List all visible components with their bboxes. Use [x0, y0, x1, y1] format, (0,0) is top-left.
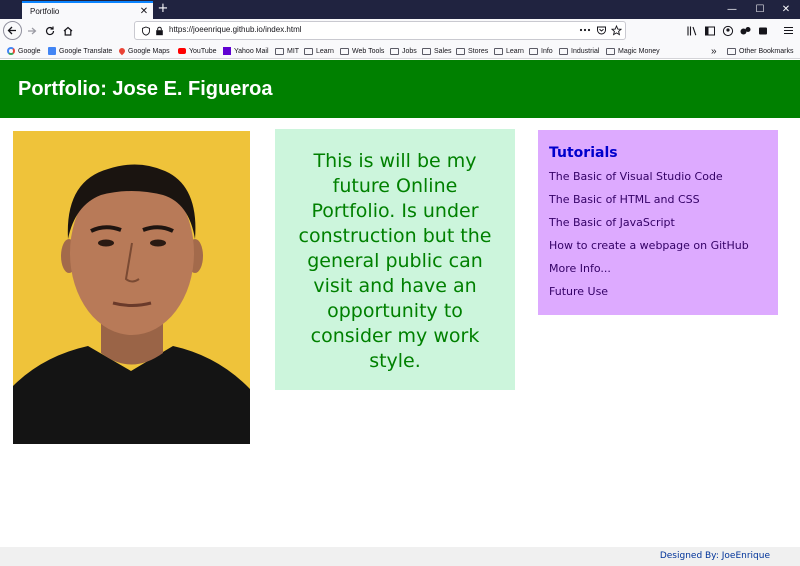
bookmark-folder-learn-2[interactable]: Learn	[494, 45, 524, 57]
folder-icon	[606, 47, 615, 55]
sidebar-icon[interactable]	[704, 25, 716, 37]
folder-icon	[456, 47, 465, 55]
bookmark-label: Stores	[468, 47, 489, 55]
bookmark-google[interactable]: Google	[7, 45, 41, 57]
tutorial-link-html-css[interactable]: The Basic of HTML and CSS	[549, 193, 700, 206]
bookmarks-overflow-chevron-icon[interactable]: »	[711, 45, 717, 57]
folder-icon	[390, 47, 399, 55]
maximize-button[interactable]: ☐	[746, 0, 774, 19]
bookmark-label: YouTube	[189, 47, 217, 55]
new-tab-button[interactable]: +	[156, 2, 170, 16]
library-icon[interactable]	[686, 25, 698, 37]
page-footer: Designed By: JoeEnrique	[0, 547, 800, 566]
profile-photo	[13, 131, 250, 444]
tracking-shield-icon[interactable]	[141, 26, 151, 36]
folder-icon	[340, 47, 349, 55]
footer-credit: Designed By: JoeEnrique	[659, 551, 770, 561]
bookmark-label: Jobs	[402, 47, 417, 55]
bookmark-google-maps[interactable]: Google Maps	[117, 45, 170, 57]
other-bookmarks-label: Other Bookmarks	[739, 47, 794, 55]
other-bookmarks-folder[interactable]: Other Bookmarks	[727, 45, 793, 57]
google-icon	[7, 47, 15, 55]
folder-icon	[559, 47, 568, 55]
url-text[interactable]: https://joeenrique.github.io/index.html	[169, 25, 302, 34]
bookmark-folder-jobs[interactable]: Jobs	[390, 45, 417, 57]
bookmark-label: Yahoo Mail	[234, 47, 269, 55]
bookmark-folder-sales[interactable]: Sales	[422, 45, 452, 57]
back-button[interactable]	[3, 21, 22, 40]
bookmark-google-translate[interactable]: Google Translate	[48, 45, 112, 57]
bookmark-label: Magic Money	[618, 47, 660, 55]
tutorial-link-future-use[interactable]: Future Use	[549, 285, 608, 298]
bookmark-folder-magic-money[interactable]: Magic Money	[606, 45, 660, 57]
folder-icon	[529, 47, 538, 55]
browser-tab[interactable]: Portfolio ✕	[22, 1, 153, 19]
bookmark-label: MIT	[287, 47, 300, 55]
browser-titlebar: Portfolio ✕ + — ☐ ✕	[0, 0, 800, 19]
lock-icon[interactable]	[155, 26, 164, 36]
page-actions-icon[interactable]	[579, 28, 591, 32]
bookmark-folder-mit[interactable]: MIT	[275, 45, 299, 57]
bookmark-folder-info[interactable]: Info	[529, 45, 553, 57]
tab-title: Portfolio	[30, 6, 60, 16]
account-icon[interactable]	[722, 25, 734, 37]
pocket-icon[interactable]	[596, 25, 607, 36]
folder-icon	[275, 47, 284, 55]
tutorial-link-visual-studio-code[interactable]: The Basic of Visual Studio Code	[549, 170, 723, 183]
home-icon	[63, 26, 73, 36]
bookmark-label: Google Translate	[59, 47, 113, 55]
reload-button[interactable]	[42, 23, 58, 39]
maps-pin-icon	[117, 46, 127, 56]
bookmark-label: Learn	[506, 47, 524, 55]
bookmark-label: Sales	[434, 47, 452, 55]
intro-text: This is will be my future Online Portfol…	[298, 150, 492, 372]
bookmark-youtube[interactable]: YouTube	[178, 45, 217, 57]
bookmark-folder-industrial[interactable]: Industrial	[559, 45, 599, 57]
bookmark-folder-web-tools[interactable]: Web Tools	[340, 45, 384, 57]
minimize-button[interactable]: —	[718, 0, 746, 19]
page-header: Portfolio: Jose E. Figueroa	[0, 60, 800, 118]
page-title: Portfolio: Jose E. Figueroa	[18, 78, 273, 100]
bookmarks-toolbar: Google Google Translate Google Maps YouT…	[0, 43, 800, 59]
bookmark-label: Web Tools	[352, 47, 385, 55]
close-window-button[interactable]: ✕	[772, 0, 800, 19]
tab-close-icon[interactable]: ✕	[137, 6, 151, 17]
address-bar[interactable]: https://joeenrique.github.io/index.html	[134, 21, 626, 40]
bookmark-folder-stores[interactable]: Stores	[456, 45, 488, 57]
reload-icon	[45, 26, 55, 36]
intro-panel: This is will be my future Online Portfol…	[275, 129, 515, 390]
bookmark-star-icon[interactable]	[611, 25, 622, 36]
yahoo-icon	[223, 47, 231, 55]
tutorials-panel: Tutorials The Basic of Visual Studio Cod…	[538, 130, 778, 315]
folder-icon	[422, 47, 431, 55]
youtube-icon	[178, 48, 186, 54]
bookmark-label: Google Maps	[128, 47, 170, 55]
back-arrow-icon	[7, 26, 16, 35]
folder-icon	[727, 47, 736, 55]
tutorials-heading: Tutorials	[549, 145, 618, 161]
hamburger-menu-icon[interactable]	[783, 25, 794, 36]
bookmark-label: Google	[18, 47, 41, 55]
folder-icon	[494, 47, 503, 55]
tutorial-link-more-info[interactable]: More Info...	[549, 262, 611, 275]
container-extension-icon[interactable]	[757, 25, 769, 37]
forward-arrow-icon	[28, 27, 37, 35]
tutorial-link-javascript[interactable]: The Basic of JavaScript	[549, 216, 675, 229]
folder-icon	[304, 47, 313, 55]
bookmark-yahoo-mail[interactable]: Yahoo Mail	[223, 45, 269, 57]
translate-icon	[48, 47, 56, 55]
navigation-toolbar: https://joeenrique.github.io/index.html	[0, 19, 800, 43]
bookmark-label: Industrial	[571, 47, 600, 55]
bookmark-folder-learn[interactable]: Learn	[304, 45, 334, 57]
forward-button[interactable]	[24, 23, 40, 39]
home-button[interactable]	[60, 23, 76, 39]
bookmark-label: Info	[541, 47, 553, 55]
bookmark-label: Learn	[316, 47, 334, 55]
tutorial-link-github-webpage[interactable]: How to create a webpage on GitHub	[549, 239, 749, 252]
portrait-image	[13, 131, 250, 444]
extension-icon[interactable]	[739, 25, 752, 37]
